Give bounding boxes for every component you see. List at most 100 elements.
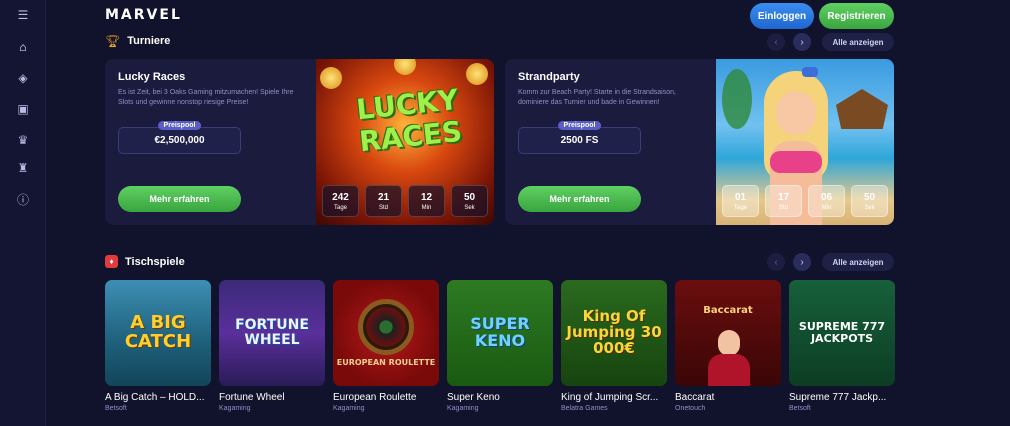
tournament-description: Es ist Zeit, bei 3 Oaks Gaming mitzumach… [118, 89, 294, 106]
timer-value: 242 [332, 191, 349, 203]
game-title[interactable]: European Roulette [333, 392, 439, 403]
section-title: Tischspiele [125, 255, 185, 268]
tournament-title: Lucky Races [118, 71, 186, 83]
game-thumbnail[interactable]: A BIG CATCH [105, 280, 211, 386]
timer-unit: Std [778, 204, 788, 211]
show-all-button[interactable]: Alle anzeigen [822, 253, 894, 271]
prev-arrow-button[interactable]: ‹ [767, 253, 785, 271]
game-title[interactable]: Fortune Wheel [219, 392, 325, 403]
home-icon[interactable]: ⌂ [13, 37, 33, 57]
timer-minutes: 12 Min [408, 185, 445, 217]
game-thumbnail-title: A BIG CATCH [124, 312, 192, 352]
dealer-image [718, 330, 740, 356]
game-title[interactable]: Super Keno [447, 392, 553, 403]
prize-pool: Preispool 2500 FS [518, 121, 641, 154]
timer-value: 12 [420, 191, 433, 203]
timer-minutes: 06 Min [808, 185, 845, 217]
timer-value: 17 [777, 191, 790, 203]
game-title[interactable]: Baccarat [675, 392, 781, 403]
tournament-title: Strandparty [518, 71, 580, 83]
timer-value: 50 [863, 191, 876, 203]
tournament-card: Lucky Races Es ist Zeit, bei 3 Oaks Gami… [105, 59, 494, 225]
game-thumbnail[interactable]: SUPER KENO [447, 280, 553, 386]
timer-unit: Std [378, 204, 388, 211]
login-button[interactable]: Einloggen [750, 3, 814, 29]
game-card[interactable]: A BIG CATCH A Big Catch – HOLD... Betsof… [105, 280, 211, 412]
tournament-image[interactable]: 01 Tage 17 Std 06 Min 50 Sek [716, 59, 894, 225]
game-provider: Betsoft [789, 405, 811, 412]
timer-value: 50 [463, 191, 476, 203]
game-thumbnail-title: SUPER KENO [470, 314, 530, 350]
timer-value: 21 [377, 191, 390, 203]
next-arrow-button[interactable]: › [793, 253, 811, 271]
prev-arrow-button[interactable]: ‹ [767, 33, 785, 51]
beach-hut-image [836, 89, 888, 129]
game-provider: Kagaming [333, 405, 365, 412]
timer-value: 06 [820, 191, 833, 203]
tournament-image[interactable]: LUCKY RACES 242 Tage 21 Std 12 Min 50 Se… [316, 59, 494, 225]
game-thumbnail[interactable]: EUROPEAN ROULETTE [333, 280, 439, 386]
countdown-timer: 242 Tage 21 Std 12 Min 50 Sek [322, 185, 488, 217]
game-thumbnail-title: EUROPEAN ROULETTE [336, 357, 436, 367]
game-thumbnail-title: Baccarat [703, 305, 753, 316]
timer-hours: 17 Std [765, 185, 802, 217]
roulette-wheel-icon [358, 298, 414, 355]
games-row: A BIG CATCH A Big Catch – HOLD... Betsof… [105, 280, 895, 412]
palm-tree-image [722, 69, 752, 129]
game-card[interactable]: EUROPEAN ROULETTE European Roulette Kaga… [333, 280, 439, 412]
countdown-timer: 01 Tage 17 Std 06 Min 50 Sek [722, 185, 888, 217]
game-provider: Kagaming [447, 405, 479, 412]
section-title: Turniere [127, 35, 171, 47]
learn-more-button[interactable]: Mehr erfahren [118, 186, 241, 212]
prize-pool: Preispool €2,500,000 [118, 121, 241, 154]
tournament-card: Strandparty Komm zur Beach Party! Starte… [505, 59, 894, 225]
game-card[interactable]: SUPREME 777 JACKPOTS Supreme 777 Jackp..… [789, 280, 895, 412]
menu-icon[interactable]: ☰ [13, 5, 33, 25]
trophy-icon: 🏆︎ [105, 34, 121, 48]
game-title[interactable]: A Big Catch – HOLD... [105, 392, 211, 403]
game-card[interactable]: SUPER KENO Super Keno Kagaming [447, 280, 553, 412]
game-thumbnail[interactable]: Baccarat [675, 280, 781, 386]
timer-seconds: 50 Sek [851, 185, 888, 217]
timer-hours: 21 Std [365, 185, 402, 217]
crown-icon[interactable]: ♛ [13, 130, 33, 150]
game-card[interactable]: FORTUNE WHEEL Fortune Wheel Kagaming [219, 280, 325, 412]
tournament-info: Lucky Races Es ist Zeit, bei 3 Oaks Gami… [105, 59, 316, 225]
game-thumbnail[interactable]: FORTUNE WHEEL [219, 280, 325, 386]
timer-unit: Min [821, 204, 832, 211]
game-thumbnail[interactable]: SUPREME 777 JACKPOTS [789, 280, 895, 386]
prize-label: Preispool [157, 121, 202, 130]
site-logo[interactable]: MARVEL [105, 7, 182, 23]
game-thumbnail-title: SUPREME 777 JACKPOTS [798, 320, 886, 345]
sidebar: ☰ ⌂ ◈ ▣ ♛ ♜ ⓘ [0, 0, 46, 426]
game-title[interactable]: Supreme 777 Jackp... [789, 392, 895, 403]
table-games-icon: ♦ [105, 255, 118, 268]
show-all-button[interactable]: Alle anzeigen [822, 33, 894, 51]
coin-icon [394, 59, 416, 75]
info-icon[interactable]: ⓘ [13, 189, 33, 209]
timer-days: 242 Tage [322, 185, 359, 217]
timer-seconds: 50 Sek [451, 185, 488, 217]
register-button[interactable]: Registrieren [819, 3, 894, 29]
trophy-icon[interactable]: ♜ [13, 158, 33, 178]
prize-value: 2500 FS [560, 135, 599, 146]
game-provider: Kagaming [219, 405, 251, 412]
tournaments-header: 🏆︎ Turniere [105, 34, 170, 48]
game-title[interactable]: King of Jumping Scr... [561, 392, 667, 403]
dealer-image [708, 354, 750, 386]
game-thumbnail-title: King Of Jumping 30 000€ [566, 307, 662, 357]
game-card[interactable]: Baccarat Baccarat Onetouch [675, 280, 781, 412]
next-arrow-button[interactable]: › [793, 33, 811, 51]
game-provider: Belatra Games [561, 405, 608, 412]
timer-value: 01 [734, 191, 747, 203]
tournament-description: Komm zur Beach Party! Starte in die Stra… [518, 89, 676, 106]
prize-value: €2,500,000 [154, 135, 205, 146]
prize-label: Preispool [557, 121, 602, 130]
timer-unit: Sek [464, 204, 475, 211]
learn-more-button[interactable]: Mehr erfahren [518, 186, 641, 212]
chips-icon[interactable]: ◈ [13, 68, 33, 88]
coin-icon [320, 67, 342, 89]
game-card[interactable]: King Of Jumping 30 000€ King of Jumping … [561, 280, 667, 412]
gift-icon[interactable]: ▣ [13, 99, 33, 119]
game-thumbnail[interactable]: King Of Jumping 30 000€ [561, 280, 667, 386]
